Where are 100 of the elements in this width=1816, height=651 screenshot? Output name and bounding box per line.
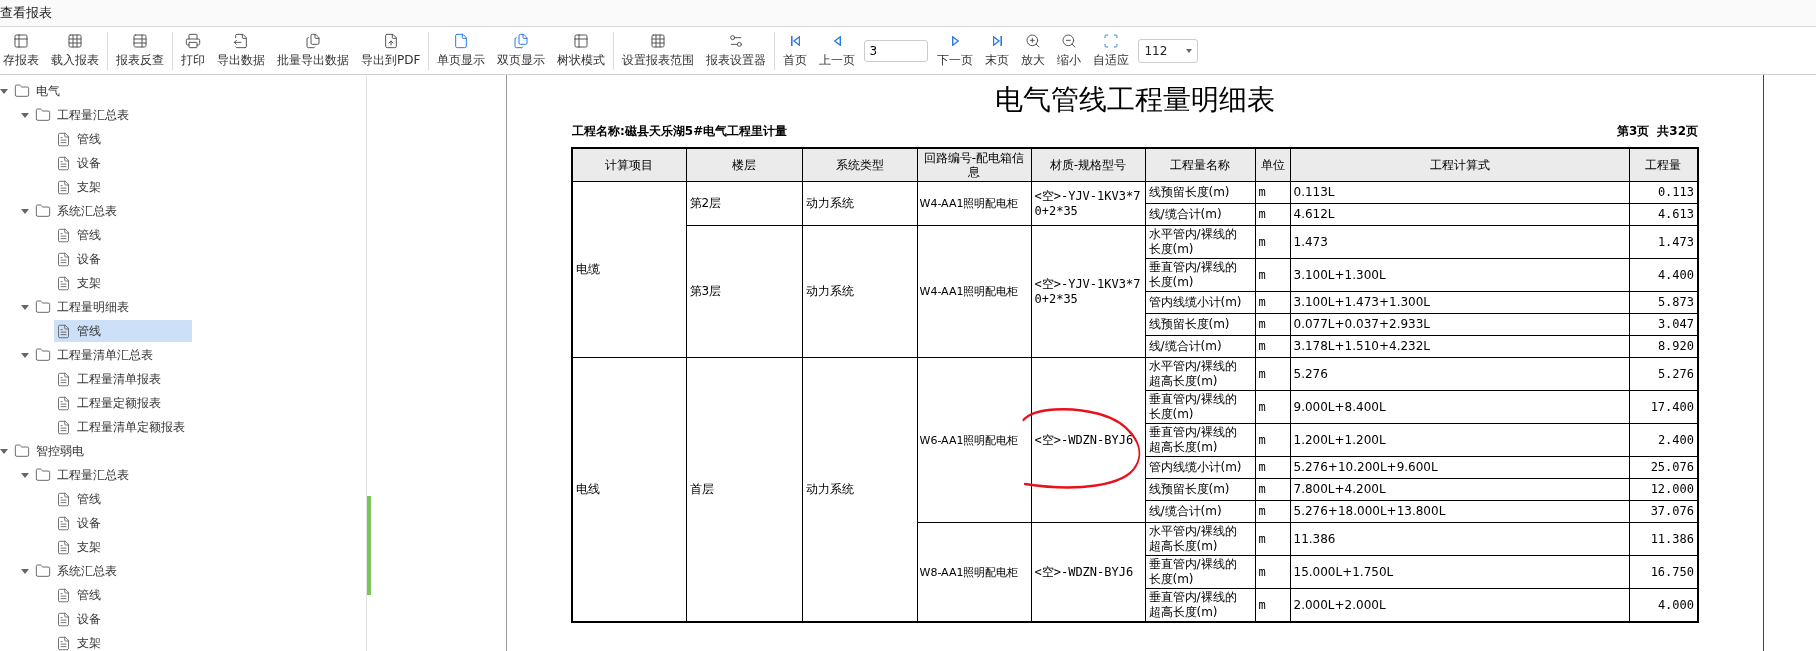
zoom-out-icon (1061, 32, 1078, 49)
toolbar-button[interactable]: 导出数据 (214, 32, 268, 69)
toolbar-button[interactable]: 缩小 (1054, 32, 1085, 69)
tree-item[interactable]: 支架 (54, 536, 109, 558)
table-cell: 水平管内/裸线的长度(m) (1145, 225, 1255, 259)
tree-item[interactable]: 管线 (54, 128, 109, 150)
tree-item[interactable]: 管线 (54, 320, 192, 342)
document-icon (56, 155, 71, 171)
toolbar-button[interactable]: 载入报表 (48, 32, 102, 69)
table-cell: 垂直管内/裸线的长度(m) (1145, 555, 1255, 589)
folder-icon (35, 347, 51, 363)
tree-item[interactable]: 管线 (54, 488, 109, 510)
column-header: 计算项目 (572, 148, 686, 182)
report-title: 电气管线工程量明细表 (995, 82, 1275, 118)
toolbar-button[interactable]: 首页 (780, 32, 811, 69)
expand-caret-icon[interactable] (0, 448, 8, 454)
table-cell: m (1255, 258, 1290, 292)
table-icon (13, 32, 29, 49)
table-cell: 线/缆合计(m) (1145, 203, 1255, 226)
tree-item[interactable]: 支架 (54, 272, 109, 294)
toolbar-button[interactable]: 打印 (178, 32, 208, 69)
table-cell: 0.077L+0.037+2.933L (1290, 313, 1629, 336)
toolbar-button[interactable]: 设置报表范围 (619, 32, 698, 69)
toolbar-button[interactable]: 批量导出数据 (274, 32, 352, 69)
table-cell: 3.100L+1.300L (1290, 258, 1629, 292)
expand-caret-icon[interactable] (0, 88, 8, 94)
toolbar-button[interactable]: 自适应 (1090, 32, 1133, 69)
tree-item[interactable]: 支架 (54, 632, 109, 651)
page-icon (453, 32, 470, 49)
tree-item[interactable]: 工程量汇总表 (33, 104, 137, 126)
column-header: 系统类型 (802, 148, 917, 182)
tree-item[interactable]: 工程量定额报表 (54, 392, 169, 414)
toolbar-button[interactable]: 放大 (1018, 32, 1049, 69)
previous-icon (833, 35, 841, 46)
tree-item[interactable]: 工程量清单报表 (54, 368, 169, 390)
tree-item[interactable]: 工程量汇总表 (33, 464, 137, 486)
table-cell: 线预留长度(m) (1145, 313, 1255, 336)
zoom-in-icon (1025, 32, 1042, 49)
files-icon (305, 32, 321, 49)
folder-icon (35, 203, 51, 219)
zoom-select[interactable]: 112 (1138, 38, 1199, 63)
table-cell: 4.612L (1290, 203, 1629, 226)
toolbar-button[interactable]: 报表设置器 (703, 32, 770, 69)
expand-caret-icon[interactable] (21, 352, 29, 358)
toolbar-button[interactable]: 单页显示 (434, 32, 489, 69)
pages-icon (513, 32, 530, 49)
export-icon (233, 32, 249, 49)
table-cell: m (1255, 313, 1290, 336)
document-icon (56, 371, 71, 387)
expand-caret-icon[interactable] (21, 568, 29, 574)
expand-caret-icon[interactable] (21, 304, 29, 310)
table-cell: 管内线缆小计(m) (1145, 291, 1255, 314)
toolbar-button[interactable]: 报表反查 (113, 32, 167, 69)
document-icon (56, 515, 71, 531)
toolbar-button[interactable]: 上一页 (816, 32, 859, 69)
column-header: 工程计算式 (1290, 148, 1629, 182)
expand-caret-icon[interactable] (21, 112, 29, 118)
toolbar-button[interactable]: 存报表 (0, 32, 42, 69)
tree-item[interactable]: 支架 (54, 176, 109, 198)
file-icon (382, 32, 399, 49)
folder-icon (35, 467, 51, 483)
tree-item[interactable]: 工程量清单定额报表 (54, 416, 193, 438)
expand-caret-icon[interactable] (21, 472, 29, 478)
document-icon (56, 587, 71, 603)
table-cell: 11.386 (1290, 522, 1629, 556)
toolbar-button[interactable]: 导出到PDF (358, 32, 424, 69)
table-cell: W8-AA1照明配电柜 (917, 522, 1031, 622)
tree-item[interactable]: 设备 (54, 248, 109, 270)
toolbar-button[interactable]: 下一页 (934, 32, 977, 69)
folder-icon (14, 83, 30, 99)
tree-item[interactable]: 设备 (54, 608, 109, 630)
tree-item[interactable]: 系统汇总表 (33, 200, 125, 222)
page-number-field[interactable]: 3 (864, 39, 929, 62)
table-cell: 水平管内/裸线的超高长度(m) (1145, 357, 1255, 391)
tree-item[interactable]: 工程量明细表 (33, 296, 137, 318)
table-cell: <空>-YJV-1KV3*70+2*35 (1031, 225, 1145, 358)
table-cell: m (1255, 522, 1290, 556)
table-cell: 动力系统 (802, 181, 917, 226)
table-cell: 水平管内/裸线的超高长度(m) (1145, 522, 1255, 556)
tree-item[interactable]: 设备 (54, 152, 109, 174)
toolbar-button[interactable]: 树状模式 (554, 32, 609, 69)
tree-item[interactable]: 设备 (54, 512, 109, 534)
table-icon (132, 32, 148, 49)
toolbar-button[interactable]: 双页显示 (494, 32, 549, 69)
tree-item[interactable]: 工程量清单汇总表 (33, 344, 161, 366)
table-cell: m (1255, 203, 1290, 226)
tree-item[interactable]: 智控弱电 (12, 440, 92, 462)
table-cell: 电缆 (572, 181, 686, 358)
toolbar-button[interactable]: 末页 (982, 32, 1013, 69)
tree-item[interactable]: 管线 (54, 584, 109, 606)
tree-item[interactable]: 系统汇总表 (33, 560, 125, 582)
expand-caret-icon[interactable] (21, 208, 29, 214)
splitter-handle[interactable] (367, 496, 371, 595)
table-cell: 7.800L+4.200L (1290, 478, 1629, 501)
column-header: 工程量 (1629, 148, 1698, 182)
tree-item[interactable]: 管线 (54, 224, 109, 246)
tree-item[interactable]: 电气 (12, 80, 68, 102)
table-cell: 1.200L+1.200L (1290, 423, 1629, 457)
table-cell: 动力系统 (802, 225, 917, 358)
column-header: 材质-规格型号 (1031, 148, 1145, 182)
